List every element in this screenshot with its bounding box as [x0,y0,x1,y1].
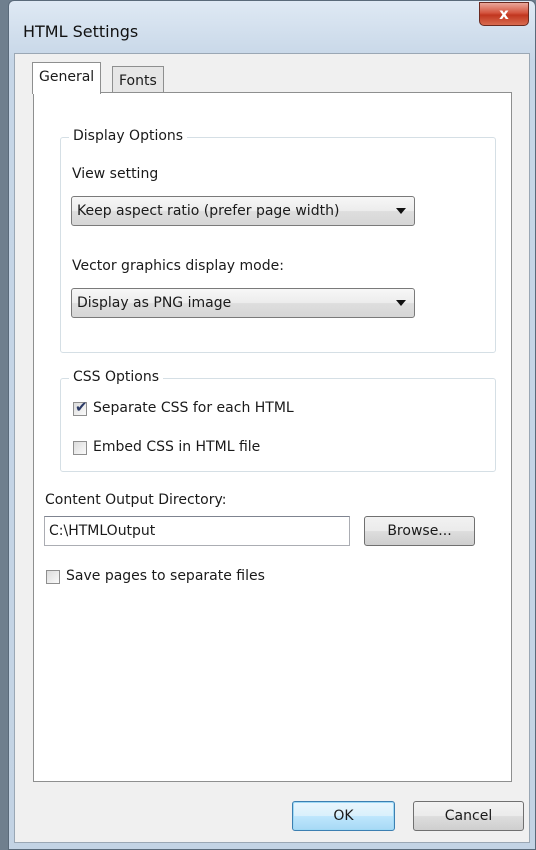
view-setting-value: Keep aspect ratio (prefer page width) [77,203,340,219]
vector-mode-label: Vector graphics display mode: [72,258,284,274]
title-bar[interactable]: HTML Settings x [9,1,535,61]
separate-css-label[interactable]: Separate CSS for each HTML [93,400,294,416]
tab-general-label: General [39,69,95,85]
tab-fonts[interactable]: Fonts [112,66,164,94]
window-title: HTML Settings [23,22,139,41]
save-separate-label[interactable]: Save pages to separate files [66,568,265,584]
vector-mode-dropdown[interactable]: Display as PNG image [71,288,415,318]
css-options-group: CSS Options ✔ Separate CSS for each HTML… [60,369,496,472]
display-options-legend: Display Options [69,128,188,144]
cancel-button[interactable]: Cancel [413,801,524,831]
output-directory-field[interactable]: C:\HTMLOutput [44,516,350,546]
browse-button-label: Browse... [387,523,452,539]
close-button[interactable]: x [479,2,529,26]
display-options-group: Display Options View setting Keep aspect… [60,128,496,353]
ok-button-label: OK [333,808,354,824]
embed-css-label[interactable]: Embed CSS in HTML file [93,439,260,455]
embed-css-checkbox[interactable] [73,441,87,455]
general-tab-panel: Display Options View setting Keep aspect… [33,92,512,782]
view-setting-label: View setting [72,166,159,182]
cancel-button-label: Cancel [444,808,493,824]
dialog-window: HTML Settings x General Fonts Display Op… [8,0,536,850]
output-directory-value: C:\HTMLOutput [49,523,156,539]
tab-fonts-label: Fonts [119,73,157,89]
css-options-legend: CSS Options [69,369,164,385]
dialog-client-area: General Fonts Display Options View setti… [14,53,530,843]
chevron-down-icon [396,300,406,306]
output-directory-label: Content Output Directory: [45,492,227,508]
close-icon: x [499,5,509,23]
browse-button[interactable]: Browse... [364,516,475,546]
save-separate-checkbox[interactable] [46,570,60,584]
tab-general[interactable]: General [32,62,102,94]
vector-mode-value: Display as PNG image [77,295,232,311]
chevron-down-icon [396,208,406,214]
separate-css-checkbox[interactable]: ✔ [73,398,88,416]
view-setting-dropdown[interactable]: Keep aspect ratio (prefer page width) [71,196,415,226]
checkmark-icon: ✔ [75,398,88,416]
ok-button[interactable]: OK [292,801,395,831]
